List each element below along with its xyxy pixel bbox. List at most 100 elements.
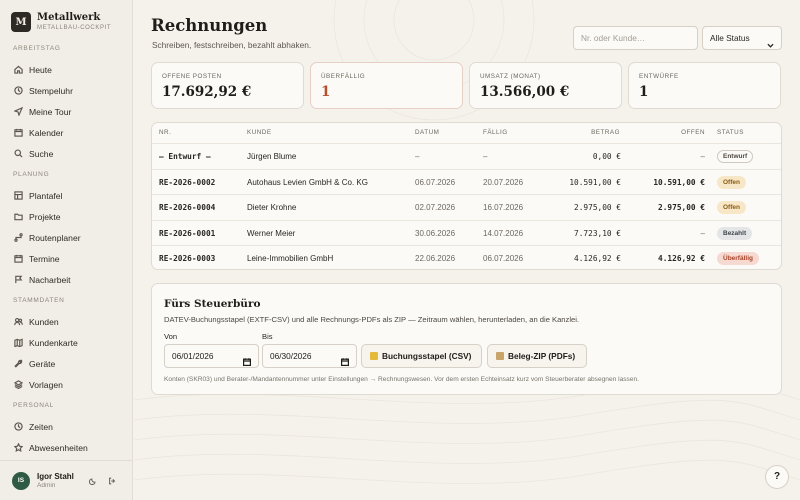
sidebar-item-nacharbeit[interactable]: Nacharbeit xyxy=(13,269,133,290)
calendar-icon[interactable] xyxy=(341,352,350,366)
cell-faellig: 14.07.2026 xyxy=(483,228,524,238)
status-filter-select[interactable]: Alle Status xyxy=(702,26,782,50)
cell-datum: 30.06.2026 xyxy=(415,228,456,238)
col-header-betrag[interactable]: BETRAG xyxy=(590,129,620,136)
kpi-label: ÜBERFÄLLIG xyxy=(321,73,366,80)
table-header: NR. KUNDE DATUM FÄLLIG BETRAG OFFEN STAT… xyxy=(152,123,781,143)
sidebar-item-kalender[interactable]: Kalender xyxy=(13,122,133,143)
export-zip-button[interactable]: Beleg-ZIP (PDFs) xyxy=(487,344,587,368)
sidebar-item-termine[interactable]: Termine xyxy=(13,248,133,269)
nav-section-title: PERSONAL xyxy=(13,402,55,409)
nav-section-title: PLANUNG xyxy=(13,171,50,178)
cell-betrag: 0,00 € xyxy=(592,152,621,161)
cell-offen: 4.126,92 € xyxy=(658,254,705,263)
cell-faellig: 16.07.2026 xyxy=(483,203,524,212)
sidebar-item-vorlagen[interactable]: Vorlagen xyxy=(13,374,133,395)
export-title: Fürs Steuerbüro xyxy=(164,298,261,310)
brand-logo: M xyxy=(11,12,31,32)
sidebar-item-label: Suche xyxy=(29,148,54,159)
sidebar-item-label: Projekte xyxy=(29,211,61,222)
table-row[interactable]: RE-2026-0001 Werner Meier 30.06.2026 14.07.… xyxy=(152,219,781,246)
help-button[interactable]: ? xyxy=(765,465,789,489)
logout-icon xyxy=(109,477,116,484)
sidebar-item-zeiten[interactable]: Zeiten xyxy=(13,416,133,437)
folder-icon xyxy=(13,212,23,222)
dark-mode-toggle[interactable] xyxy=(86,474,100,488)
sidebar-item-label: Termine xyxy=(29,253,60,264)
col-header-offen[interactable]: OFFEN xyxy=(675,129,705,136)
navigation-icon xyxy=(13,107,23,117)
sidebar-item-suche[interactable]: Suche xyxy=(13,143,133,164)
page-subtitle: Schreiben, festschreiben, bezahlt abhake… xyxy=(152,40,312,50)
avatar[interactable]: IS xyxy=(12,471,30,490)
sidebar-item-label: Kunden xyxy=(29,316,59,327)
wrench-icon xyxy=(13,359,23,369)
search-icon xyxy=(13,149,23,159)
kpi-drafts[interactable]: ENTWÜRFE 1 xyxy=(628,62,781,109)
cell-offen: – xyxy=(700,228,705,238)
sidebar-item-heute[interactable]: Heute xyxy=(13,59,133,80)
sidebar-item-label: Zeiten xyxy=(29,421,53,432)
col-header-nr[interactable]: NR. xyxy=(159,129,171,136)
archive-icon xyxy=(496,352,504,360)
cell-datum: 02.07.2026 xyxy=(415,203,456,212)
cell-faellig: – xyxy=(483,152,488,161)
brand-name: Metallwerk xyxy=(37,12,101,23)
sidebar-item-abwesenheiten[interactable]: Abwesenheiten xyxy=(13,437,133,458)
status-badge: Entwurf xyxy=(717,150,754,163)
cell-betrag: 10.591,00 € xyxy=(569,177,621,187)
calendar-icon[interactable] xyxy=(243,352,252,366)
export-csv-button[interactable]: Buchungsstapel (CSV) xyxy=(361,344,482,368)
cell-offen: 10.591,00 € xyxy=(653,177,705,187)
sidebar-item-kundenkarte[interactable]: Kundenkarte xyxy=(13,332,133,353)
to-date-input[interactable]: 06/30/2026 xyxy=(262,344,357,368)
export-zip-label: Beleg-ZIP (PDFs) xyxy=(508,351,576,361)
sidebar-item-projekte[interactable]: Projekte xyxy=(13,206,133,227)
status-badge: Offen xyxy=(717,175,746,189)
table-row[interactable]: — Entwurf — Jürgen Blume – – 0,00 € – Entwurf xyxy=(152,143,781,169)
kpi-overdue[interactable]: ÜBERFÄLLIG 1 xyxy=(310,62,463,109)
col-header-kunde[interactable]: KUNDE xyxy=(247,129,272,136)
sidebar-item-plantafel[interactable]: Plantafel xyxy=(13,185,133,206)
cell-kunde: Dieter Krohne xyxy=(247,203,297,212)
sidebar-item-routenplaner[interactable]: Routenplaner xyxy=(13,227,133,248)
brand[interactable]: M Metallwerk METALLBAU-COCKPIT xyxy=(0,0,132,33)
kpi-open-items: OFFENE POSTEN 17.692,92 € xyxy=(151,62,304,109)
nav-section: ARBEITSTAG Heute Stempeluhr Meine Tour Kalen… xyxy=(0,44,133,164)
cell-kunde: Autohaus Levien GmbH & Co. KG xyxy=(247,177,368,187)
page-title: Rechnungen xyxy=(151,16,268,35)
user-panel: IS Igor Stahl Admin xyxy=(0,460,133,500)
brand-subtitle: METALLBAU-COCKPIT xyxy=(37,25,112,31)
from-label: Von xyxy=(164,332,178,341)
status-filter-value: Alle Status xyxy=(710,33,750,43)
from-date-input[interactable]: 06/01/2026 xyxy=(164,344,259,368)
logout-button[interactable] xyxy=(105,474,119,488)
cell-offen: 2.975,00 € xyxy=(658,203,705,212)
col-header-datum[interactable]: DATUM xyxy=(415,129,439,136)
search-input[interactable]: Nr. oder Kunde… xyxy=(573,26,698,50)
sidebar-item-geräte[interactable]: Geräte xyxy=(13,353,133,374)
sidebar-item-label: Abwesenheiten xyxy=(29,442,88,453)
table-row[interactable]: RE-2026-0003 Leine-Immobilien GmbH 22.06.2… xyxy=(152,245,781,269)
table-row[interactable]: RE-2026-0002 Autohaus Levien GmbH & Co. K… xyxy=(152,168,781,195)
cell-datum: 22.06.2026 xyxy=(415,254,456,263)
sidebar-item-meine-tour[interactable]: Meine Tour xyxy=(13,101,133,122)
layers-icon xyxy=(13,380,23,390)
sidebar-item-label: Heute xyxy=(29,64,52,75)
kpi-value: 1 xyxy=(639,84,649,100)
sidebar-item-stempeluhr[interactable]: Stempeluhr xyxy=(13,80,133,101)
nav-section-title: ARBEITSTAG xyxy=(13,45,61,52)
home-icon xyxy=(13,65,23,75)
nav-section: STAMMDATEN Kunden Kundenkarte Geräte Vorlage… xyxy=(0,296,133,395)
route-icon xyxy=(13,233,23,243)
nav-section-title: STAMMDATEN xyxy=(13,297,65,304)
cell-offen: – xyxy=(700,152,705,161)
cell-kunde: Werner Meier xyxy=(247,228,296,238)
sidebar-item-label: Nacharbeit xyxy=(29,274,71,285)
col-header-status[interactable]: STATUS xyxy=(717,129,744,136)
from-date-value: 06/01/2026 xyxy=(172,351,214,361)
sidebar-item-kunden[interactable]: Kunden xyxy=(13,311,133,332)
table-row[interactable]: RE-2026-0004 Dieter Krohne 02.07.2026 16.07… xyxy=(152,194,781,220)
col-header-faellig[interactable]: FÄLLIG xyxy=(483,129,508,136)
to-date-value: 06/30/2026 xyxy=(270,351,312,361)
